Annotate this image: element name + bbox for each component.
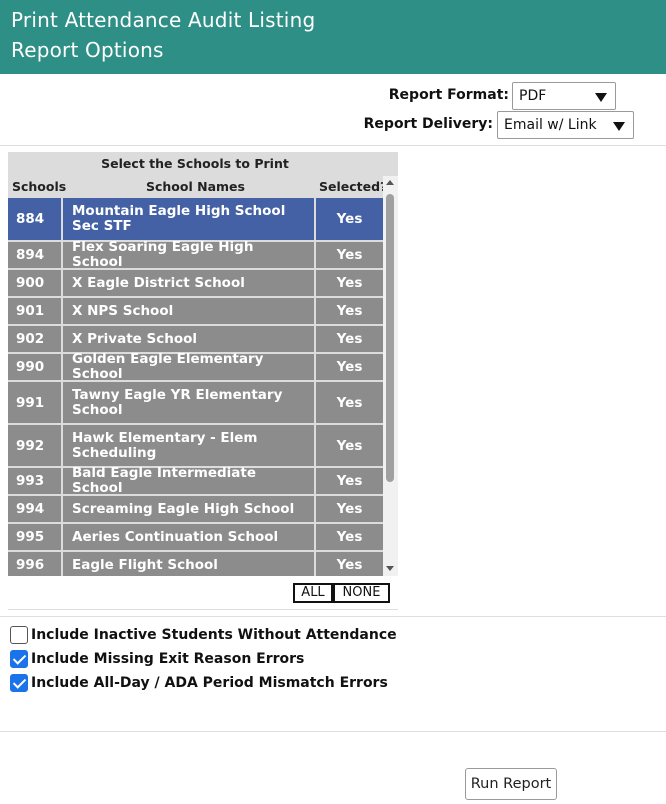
table-row[interactable]: 902 X Private School Yes [8, 326, 383, 354]
column-header-selected[interactable]: Selected? [319, 179, 387, 194]
school-name: Tawny Eagle YR Elementary School [63, 382, 316, 423]
missing-exit-reason-checkbox[interactable] [10, 650, 28, 668]
selected-status: Yes [336, 331, 363, 347]
school-code: 992 [8, 425, 63, 466]
divider [0, 145, 666, 146]
school-code: 990 [8, 354, 63, 380]
table-row[interactable]: 894 Flex Soaring Eagle High School Yes [8, 240, 383, 270]
period-mismatch-checkbox[interactable] [10, 674, 28, 692]
school-name: X NPS School [63, 298, 316, 324]
option-period-mismatch[interactable]: Include All-Day / ADA Period Mismatch Er… [10, 673, 388, 693]
school-name: Flex Soaring Eagle High School [63, 240, 316, 270]
school-name: Eagle Flight School [63, 552, 316, 576]
selected-status: Yes [336, 529, 363, 545]
school-code: 902 [8, 326, 63, 352]
school-code: 884 [8, 198, 63, 240]
divider [8, 609, 398, 610]
page-title: Print Attendance Audit Listing [11, 8, 316, 32]
selected-status: Yes [336, 557, 363, 573]
checkbox-label: Include All-Day / ADA Period Mismatch Er… [31, 675, 388, 691]
school-code: 995 [8, 524, 63, 550]
school-name: Aeries Continuation School [63, 524, 316, 550]
grid-title: Select the Schools to Print [101, 156, 289, 171]
scroll-down-arrow-icon[interactable] [386, 566, 394, 571]
select-all-button[interactable]: ALL [293, 583, 333, 603]
checkbox-label: Include Missing Exit Reason Errors [31, 651, 305, 667]
table-row[interactable]: 901 X NPS School Yes [8, 298, 383, 326]
report-delivery-value: Email w/ Link [504, 117, 597, 133]
selected-status: Yes [336, 247, 363, 263]
table-row[interactable]: 990 Golden Eagle Elementary School Yes [8, 352, 383, 382]
school-name: X Private School [63, 326, 316, 352]
school-name: Hawk Elementary - Elem Scheduling [63, 425, 316, 466]
report-format-label: Report Format: [388, 87, 509, 103]
selected-status: Yes [336, 303, 363, 319]
inactive-students-checkbox[interactable] [10, 626, 28, 644]
selected-status: Yes [336, 275, 363, 291]
selected-status: Yes [336, 501, 363, 517]
selected-status: Yes [336, 359, 363, 375]
school-name: Mountain Eagle High School Sec STF [63, 198, 316, 240]
column-header-school-names[interactable]: School Names [146, 179, 245, 194]
column-header-schools[interactable]: Schools [12, 179, 66, 194]
table-row[interactable]: 994 Screaming Eagle High School Yes [8, 496, 383, 524]
grid-scrollbar[interactable] [383, 176, 398, 576]
scroll-up-arrow-icon[interactable] [386, 180, 394, 185]
checkbox-label: Include Inactive Students Without Attend… [31, 627, 397, 643]
report-delivery-label: Report Delivery: [363, 116, 493, 132]
selected-status: Yes [336, 437, 363, 454]
table-row[interactable]: 993 Bald Eagle Intermediate School Yes [8, 466, 383, 496]
school-code: 991 [8, 382, 63, 423]
school-name: Golden Eagle Elementary School [63, 352, 316, 382]
run-report-button[interactable]: Run Report [465, 768, 557, 800]
school-name: Bald Eagle Intermediate School [63, 466, 316, 496]
school-code: 901 [8, 298, 63, 324]
table-row[interactable]: 995 Aeries Continuation School Yes [8, 524, 383, 552]
school-code: 996 [8, 552, 63, 576]
school-name: X Eagle District School [63, 270, 316, 296]
schools-grid: Select the Schools to Print Schools Scho… [8, 152, 398, 576]
divider [0, 616, 666, 617]
selected-status: Yes [336, 473, 363, 489]
chevron-down-icon [595, 93, 607, 102]
table-row[interactable]: 900 X Eagle District School Yes [8, 270, 383, 298]
table-row[interactable]: 996 Eagle Flight School Yes [8, 552, 383, 576]
school-name: Screaming Eagle High School [63, 496, 316, 522]
scrollbar-thumb[interactable] [386, 194, 394, 482]
schools-list: 884 Mountain Eagle High School Sec STF Y… [8, 198, 383, 576]
school-code: 900 [8, 270, 63, 296]
chevron-down-icon [613, 122, 625, 131]
option-missing-exit-reason[interactable]: Include Missing Exit Reason Errors [10, 649, 304, 669]
page-subtitle: Report Options [11, 38, 164, 62]
table-row[interactable]: 991 Tawny Eagle YR Elementary School Yes [8, 382, 383, 425]
divider [0, 731, 666, 732]
page-header: Print Attendance Audit Listing Report Op… [0, 0, 666, 74]
table-row[interactable]: 992 Hawk Elementary - Elem Scheduling Ye… [8, 425, 383, 468]
school-code: 993 [8, 468, 63, 494]
school-code: 894 [8, 242, 63, 268]
option-inactive-students[interactable]: Include Inactive Students Without Attend… [10, 625, 397, 645]
report-delivery-select[interactable]: Email w/ Link [497, 111, 634, 139]
report-format-value: PDF [519, 88, 547, 104]
school-code: 994 [8, 496, 63, 522]
table-row[interactable]: 884 Mountain Eagle High School Sec STF Y… [8, 198, 383, 242]
report-format-select[interactable]: PDF [512, 82, 616, 110]
select-none-button[interactable]: NONE [333, 583, 390, 603]
selected-status: Yes [336, 394, 363, 411]
selected-status: Yes [336, 211, 363, 227]
